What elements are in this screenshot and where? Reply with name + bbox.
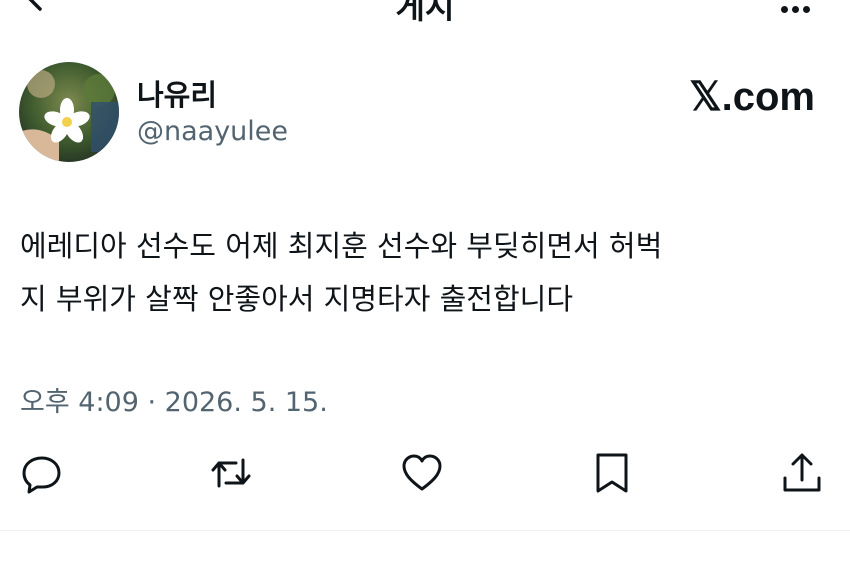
tweet-text: 에레디아 선수도 어제 최지훈 선수와 부딪히면서 허벅 지 부위가 살짝 안좋… bbox=[20, 220, 820, 326]
heart-icon[interactable] bbox=[399, 450, 445, 496]
divider bbox=[0, 530, 850, 531]
share-icon[interactable] bbox=[779, 450, 825, 496]
page-title: 게시 bbox=[395, 0, 455, 26]
author-display-name[interactable]: 나유리 bbox=[137, 72, 217, 114]
reply-icon[interactable] bbox=[19, 450, 65, 496]
x-logo: 𝕏.com bbox=[689, 75, 815, 119]
tweet-action-bar bbox=[0, 450, 850, 496]
tweet-text-line: 지 부위가 살짝 안좋아서 지명타자 출전합니다 bbox=[20, 282, 574, 316]
author-handle[interactable]: @naayulee bbox=[137, 116, 288, 147]
avatar[interactable] bbox=[19, 62, 119, 162]
retweet-icon[interactable] bbox=[208, 450, 254, 496]
top-navigation-bar: 게시 bbox=[0, 0, 850, 28]
tweet-timestamp[interactable]: 오후 4:09 · 2026. 5. 15. bbox=[20, 380, 328, 419]
avatar-photo-flower bbox=[19, 62, 119, 162]
bookmark-icon[interactable] bbox=[589, 450, 635, 496]
more-horizontal-icon[interactable] bbox=[777, 0, 810, 17]
tweet-text-line: 에레디아 선수도 어제 최지훈 선수와 부딪히면서 허벅 bbox=[20, 229, 663, 263]
